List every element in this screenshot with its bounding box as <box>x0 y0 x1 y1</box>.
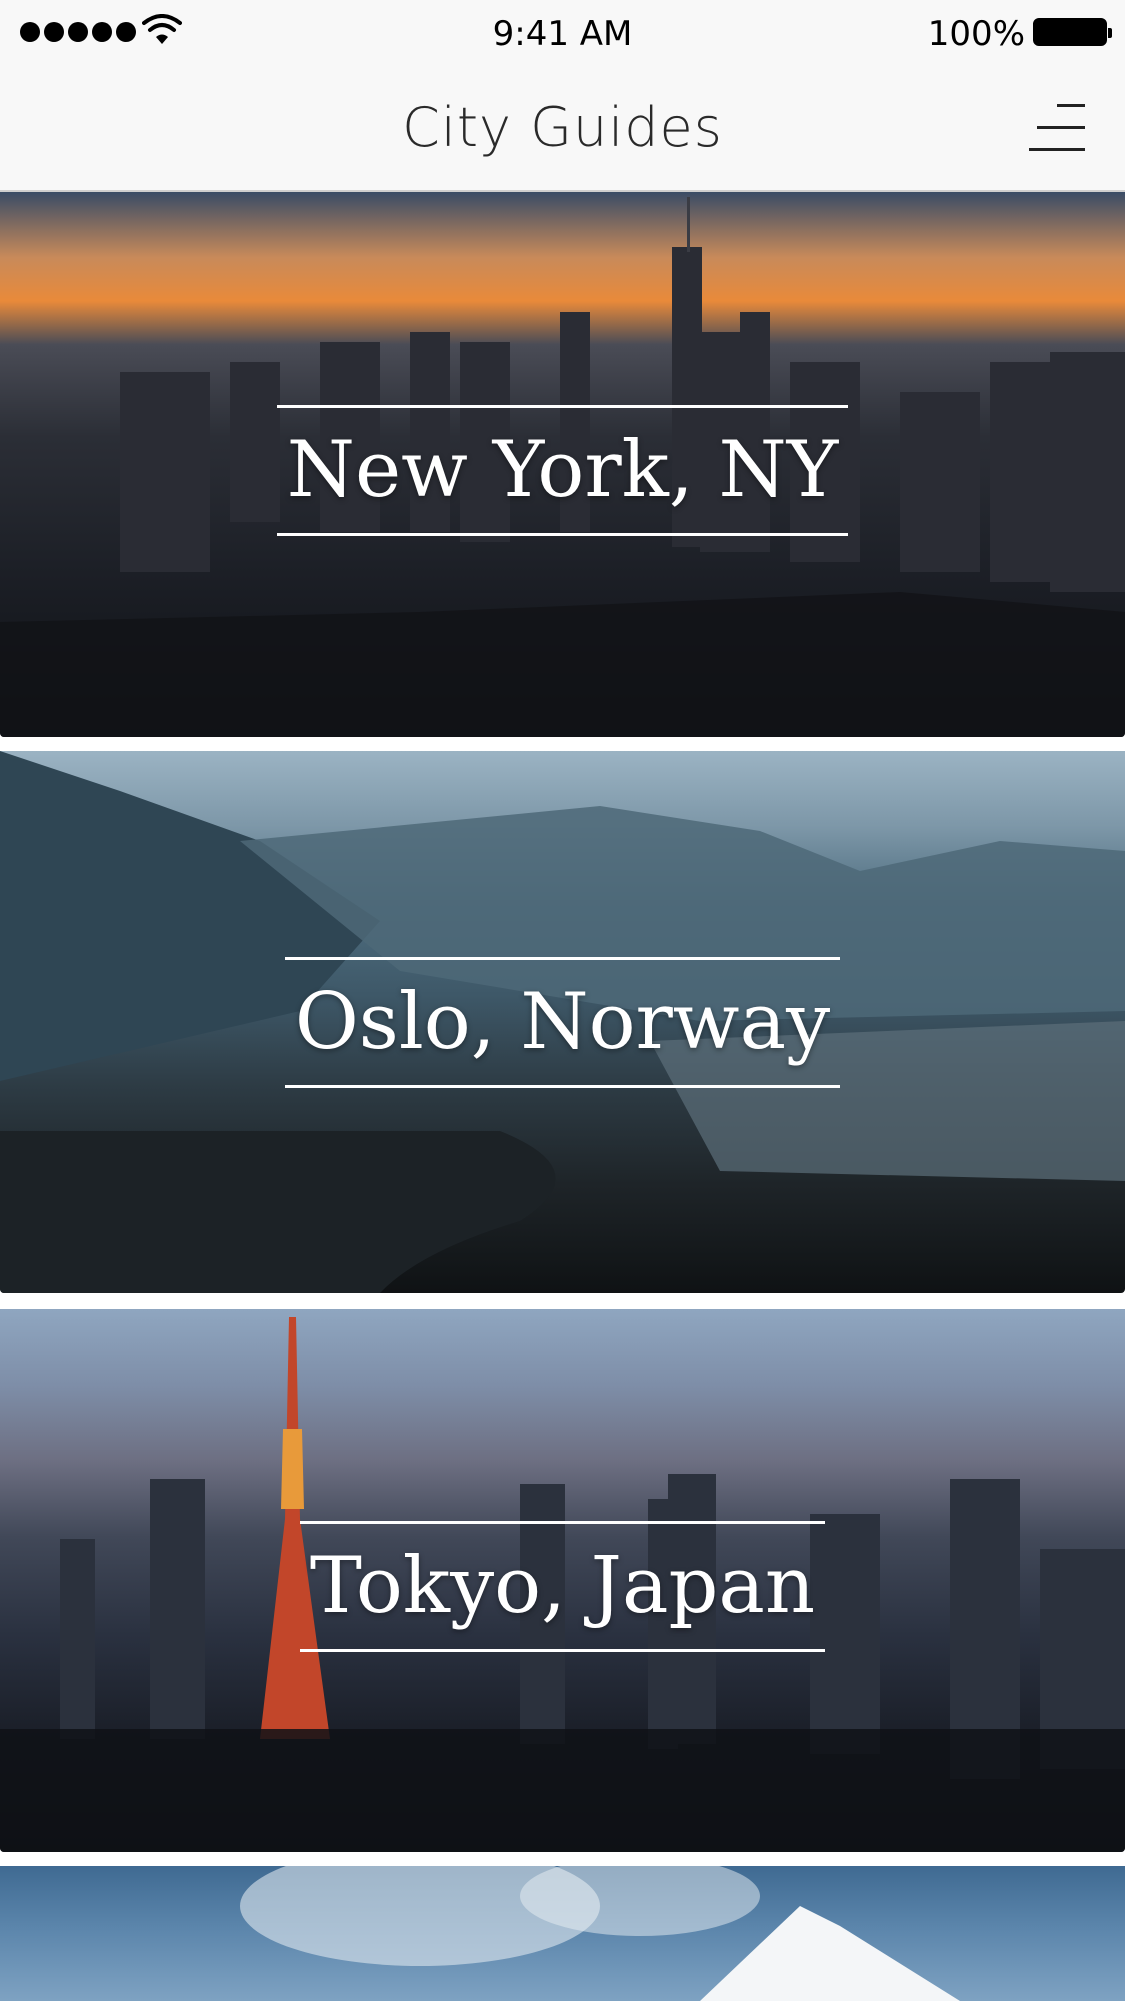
battery-icon <box>1033 18 1112 46</box>
city-name-label: Tokyo, Japan <box>299 1521 826 1652</box>
city-card-tokyo[interactable]: Tokyo, Japan <box>0 1309 1125 1852</box>
status-bar: 9:41 AM 100% <box>0 0 1125 68</box>
city-card-new-york[interactable]: New York, NY <box>0 192 1125 737</box>
card-divider <box>0 1852 1125 1860</box>
city-card-next[interactable] <box>0 1866 1125 2001</box>
card-divider <box>0 1293 1125 1301</box>
mountain-sky-image <box>240 1866 960 2001</box>
city-name-label: New York, NY <box>276 405 849 536</box>
card-divider <box>0 737 1125 745</box>
hamburger-menu-icon[interactable] <box>1025 100 1085 156</box>
navigation-bar: City Guides <box>0 68 1125 192</box>
page-title: City Guides <box>402 96 723 159</box>
battery-percent: 100% <box>927 14 1025 54</box>
city-name-label: Oslo, Norway <box>284 957 841 1088</box>
city-card-oslo[interactable]: Oslo, Norway <box>0 751 1125 1293</box>
